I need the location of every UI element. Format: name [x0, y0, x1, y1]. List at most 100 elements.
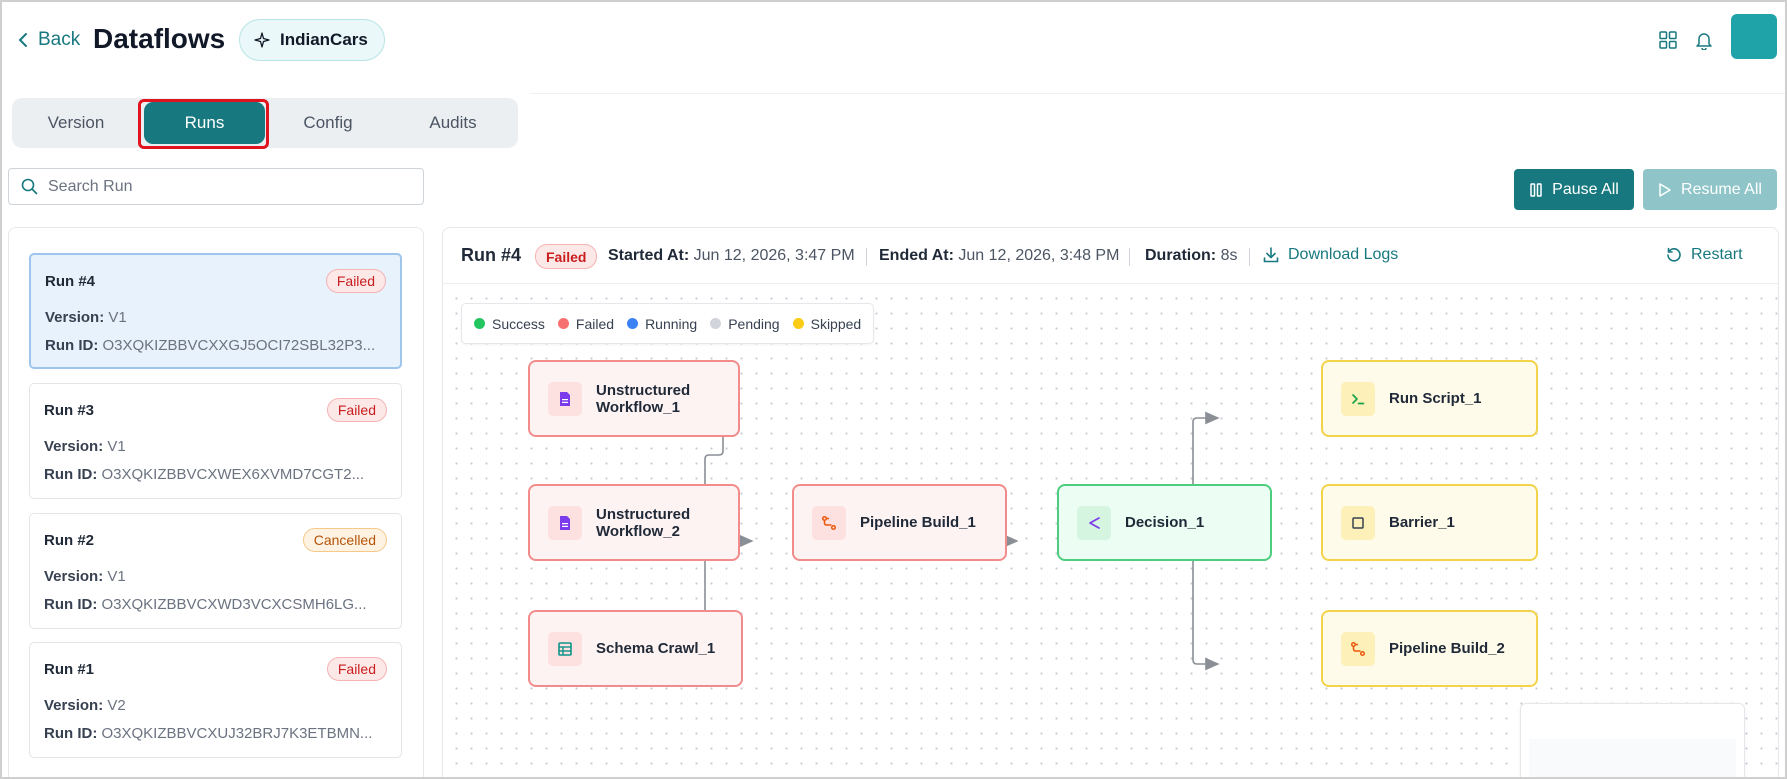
flow-node[interactable]: Barrier_1 [1321, 484, 1538, 561]
node-label: Pipeline Build_2 [1389, 640, 1505, 657]
started-at: Started At: Jun 12, 2026, 3:47 PM [608, 247, 855, 264]
detail-run-name: Run #4 [461, 245, 522, 265]
status-badge: Cancelled [302, 528, 387, 552]
document-icon [548, 505, 582, 540]
legend-label: Pending [728, 315, 780, 332]
org-name: IndianCars [280, 30, 368, 49]
page-title: Dataflows [93, 23, 226, 54]
apps-grid-icon[interactable] [1659, 31, 1677, 49]
run-card[interactable]: Run #3 Failed Version: V1 Run ID: O3XQKI… [29, 383, 402, 499]
legend-item-failed: Failed [557, 315, 615, 332]
node-label: Barrier_1 [1389, 514, 1455, 531]
app-frame: Back Dataflows IndianCars Version Runs C… [0, 0, 1787, 779]
minimap[interactable] [1520, 703, 1745, 777]
header-divider [530, 93, 1785, 94]
flow-node[interactable]: Unstructured Workflow_2 [528, 484, 740, 561]
resume-all-label: Resume All [1681, 180, 1762, 198]
flow-node[interactable]: Pipeline Build_1 [792, 484, 1007, 561]
run-id: Run ID: O3XQKIZBBVCXWEX6XVMD7CGT2... [44, 466, 365, 483]
status-legend: Success Failed Running Pending Skipped [461, 303, 875, 344]
flow-canvas[interactable]: Success Failed Running Pending Skipped U… [443, 285, 1778, 777]
legend-item-skipped: Skipped [792, 316, 861, 332]
run-version: Version: V1 [44, 568, 126, 585]
tab-audits[interactable]: Audits [393, 102, 513, 144]
node-label: Schema Crawl_1 [596, 640, 716, 657]
table-icon [548, 631, 582, 666]
back-label: Back [38, 29, 81, 50]
document-icon [548, 381, 582, 416]
node-label: Decision_1 [1125, 514, 1205, 531]
run-id: Run ID: O3XQKIZBBVCXXGJ5OCI72SBL32P3... [45, 337, 376, 354]
flow-node[interactable]: Pipeline Build_2 [1321, 610, 1538, 687]
legend-item-pending: Pending [710, 315, 780, 332]
chevron-left-icon [18, 33, 27, 47]
download-logs-button[interactable]: Download Logs [1263, 246, 1398, 264]
flow-node[interactable]: Unstructured Workflow_1 [528, 360, 740, 437]
run-card[interactable]: Run #1 Failed Version: V2 Run ID: O3XQKI… [29, 642, 402, 758]
tab-config[interactable]: Config [268, 102, 388, 144]
legend-dot [710, 318, 722, 329]
minimap-viewport [1529, 739, 1736, 777]
run-version: Version: V1 [44, 438, 126, 455]
search-input[interactable] [48, 177, 408, 196]
flow-node[interactable]: Schema Crawl_1 [528, 610, 743, 687]
ended-at: Ended At: Jun 12, 2026, 3:48 PM [879, 247, 1120, 264]
tab-config-label: Config [303, 113, 353, 132]
pause-icon [1530, 182, 1542, 197]
tab-runs[interactable]: Runs [144, 102, 265, 144]
download-icon [1263, 247, 1279, 263]
run-card[interactable]: Run #2 Cancelled Version: V1 Run ID: O3X… [29, 513, 402, 629]
run-card[interactable]: Run #4 Failed Version: V1 Run ID: O3XQKI… [29, 253, 402, 369]
flow-node[interactable]: Run Script_1 [1321, 360, 1538, 437]
restart-button[interactable]: Restart [1666, 246, 1743, 264]
legend-dot [474, 318, 485, 329]
legend-label: Success [492, 315, 545, 332]
resume-all-button[interactable]: Resume All [1643, 169, 1777, 210]
legend-dot [627, 318, 639, 329]
tab-version-label: Version [47, 113, 105, 132]
square-icon [1341, 505, 1375, 540]
tab-bar: Version Runs Config Audits [12, 98, 518, 148]
back-button[interactable]: Back [16, 29, 80, 51]
legend-label: Failed [575, 315, 615, 332]
divider [1129, 248, 1130, 266]
branch-icon [812, 505, 846, 540]
terminal-icon [1341, 381, 1375, 416]
run-details-header: Run #4 Failed Started At: Jun 12, 2026, … [443, 228, 1778, 284]
legend-dot [557, 318, 569, 329]
node-label: Unstructured Workflow_2 [596, 505, 691, 540]
status-badge: Failed [326, 398, 387, 422]
org-chip[interactable]: IndianCars [239, 19, 385, 61]
legend-item-success: Success [474, 316, 545, 332]
node-label: Run Script_1 [1389, 390, 1482, 407]
tab-runs-label: Runs [184, 113, 225, 132]
sparkle-icon [254, 32, 270, 48]
tab-audits-label: Audits [429, 113, 477, 132]
run-id: Run ID: O3XQKIZBBVCXWD3VCXCSMH6LG... [44, 596, 367, 613]
detail-status-badge: Failed [535, 244, 598, 269]
run-name: Run #4 [45, 273, 96, 290]
download-logs-label: Download Logs [1288, 246, 1399, 263]
avatar[interactable] [1731, 14, 1777, 59]
legend-dot [792, 318, 804, 329]
bell-icon[interactable] [1695, 30, 1713, 50]
status-badge: Failed [325, 269, 386, 293]
pause-all-button[interactable]: Pause All [1514, 169, 1634, 210]
divider [866, 248, 867, 266]
branch-icon [1341, 631, 1375, 666]
status-badge: Failed [326, 657, 387, 681]
divider [1249, 248, 1250, 266]
run-name: Run #3 [44, 402, 95, 419]
run-name: Run #1 [44, 661, 95, 678]
run-version: Version: V1 [45, 309, 127, 326]
legend-label: Running [645, 315, 698, 332]
search-box [8, 168, 424, 205]
run-list: Run #4 Failed Version: V1 Run ID: O3XQKI… [8, 227, 424, 777]
tab-version[interactable]: Version [16, 102, 136, 144]
node-label: Unstructured Workflow_1 [596, 381, 691, 416]
node-label: Pipeline Build_1 [860, 514, 976, 531]
pause-all-label: Pause All [1552, 180, 1619, 198]
flow-node[interactable]: Decision_1 [1057, 484, 1272, 561]
legend-item-running: Running [627, 316, 697, 332]
duration: Duration: 8s [1145, 247, 1238, 264]
